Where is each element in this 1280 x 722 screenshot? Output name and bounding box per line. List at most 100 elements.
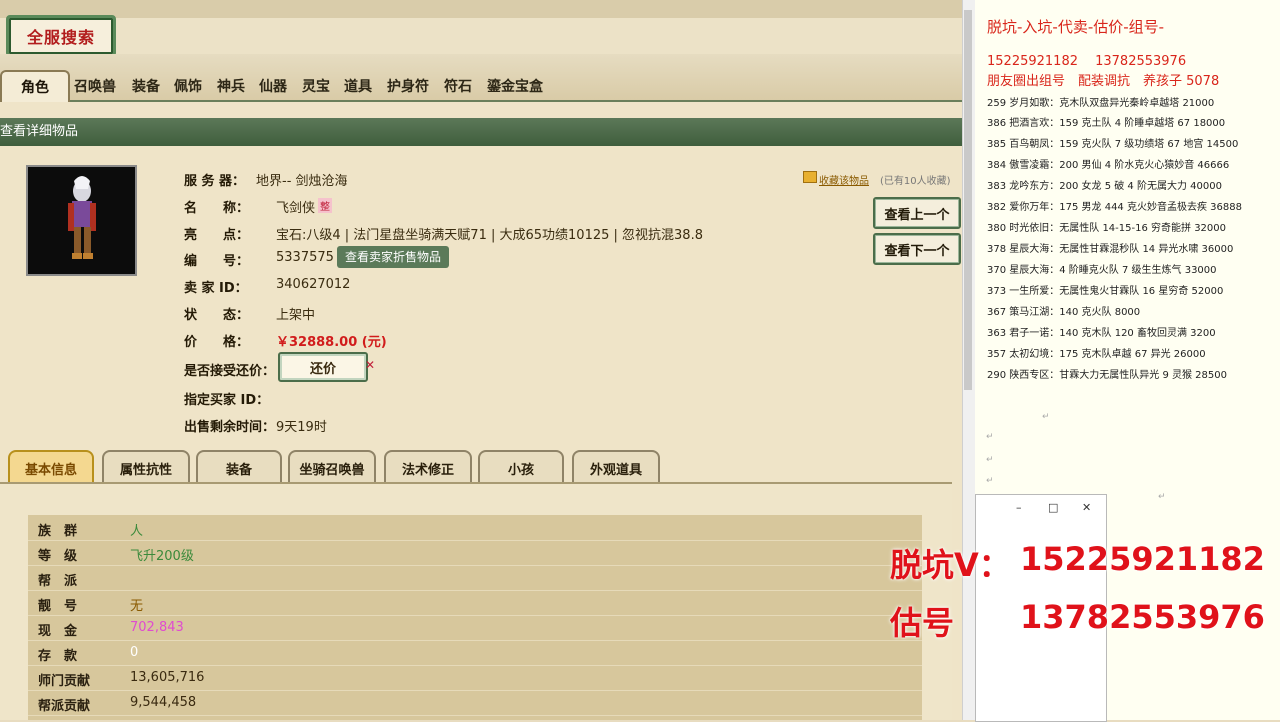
notes-line: 357 太初幻境：175 克木队卓越 67 异光 26000	[987, 349, 1206, 360]
paragraph-mark-icon: ↵	[986, 476, 994, 486]
notes-line: 363 君子一诺：140 克木队 120 畜牧回灵满 3200	[987, 328, 1216, 339]
highlight-label: 亮 点：	[184, 228, 250, 243]
notes-line: 370 星辰大海：4 阶睡克火队 7 级生生炼气 33000	[987, 265, 1217, 276]
info-key: 现 金	[38, 624, 78, 639]
info-row-cash: 现 金 702,843	[28, 616, 922, 641]
folder-star-icon	[803, 171, 817, 183]
paragraph-mark-icon: ↵	[1042, 412, 1050, 422]
info-key: 族 群	[38, 524, 78, 539]
paragraph-mark-icon: ↵	[986, 455, 994, 465]
info-row-deposit: 存 款 0	[28, 641, 922, 666]
tab-divine-weapon[interactable]: 神兵	[217, 76, 245, 96]
name-label: 名 称：	[184, 201, 250, 216]
info-value: 9,544,458	[130, 695, 197, 710]
contact-number-2: 13782553976	[1020, 598, 1265, 636]
info-row-race: 族 群 人	[28, 516, 922, 541]
character-figure-icon	[68, 176, 96, 259]
name-value: 飞剑侠	[276, 201, 316, 216]
tab-items[interactable]: 道具	[344, 76, 372, 96]
prev-item-button[interactable]: 查看上一个	[873, 197, 961, 229]
info-row-pretty-number: 靓 号 无	[28, 591, 922, 616]
info-row-guild-contribution: 帮派贡献 9,544,458	[28, 691, 922, 716]
id-label: 编 号：	[184, 254, 250, 269]
bargain-button[interactable]: 还价	[278, 352, 368, 382]
server-value: 地界-- 剑烛沧海	[256, 174, 348, 189]
contact-label-1: 脱坑V：	[890, 546, 1011, 584]
info-key: 存 款	[38, 649, 78, 664]
notes-line: 380 时光依旧：无属性队 14-15-16 穷奇能拼 32000	[987, 223, 1227, 234]
notes-subline: 朋友圈出组号 配装调抗 养孩子 5078	[987, 74, 1220, 89]
close-icon[interactable]: ✕	[1082, 501, 1091, 514]
info-value: 0	[130, 645, 139, 660]
tab-summon-beast[interactable]: 召唤兽	[74, 76, 116, 96]
tab-immortal-gear[interactable]: 仙器	[259, 76, 287, 96]
tab-rune-stone[interactable]: 符石	[444, 76, 472, 96]
maximize-icon[interactable]: □	[1048, 501, 1058, 514]
notes-line: 382 爱你万年：175 男龙 444 克火妙音孟极去疾 36888	[987, 202, 1242, 213]
tab-spirit-treasure[interactable]: 灵宝	[302, 76, 330, 96]
info-value: 飞升200级	[130, 549, 194, 564]
scrollbar-thumb[interactable]	[964, 10, 972, 390]
paragraph-mark-icon: ↵	[1158, 492, 1166, 502]
notes-line: 290 陕西专区：甘霖大力无属性队异光 9 灵猴 28500	[987, 370, 1227, 381]
notes-line: 373 一生所爱：无属性鬼火甘霖队 16 星穷奇 52000	[987, 286, 1224, 297]
contact-number-1: 15225921182	[1020, 540, 1265, 578]
tab-accessory[interactable]: 佩饰	[174, 76, 202, 96]
tab-child[interactable]: 小孩	[478, 450, 564, 484]
detail-header-bar: 查看详细物品	[0, 118, 962, 146]
info-row-sect-contribution: 师门贡献 13,605,716	[28, 666, 922, 691]
whole-badge: 整	[318, 198, 332, 213]
notes-line: 385 百鸟朝凤：159 克火队 7 级功绩塔 67 地宫 14500	[987, 139, 1239, 150]
global-search-button[interactable]: 全服搜索	[6, 15, 116, 57]
info-row-level: 等 级 飞升200级	[28, 541, 922, 566]
notes-line: 386 把酒言欢：159 克土队 4 阶睡卓越塔 67 18000	[987, 118, 1226, 129]
next-item-button[interactable]: 查看下一个	[873, 233, 961, 265]
top-strip	[0, 0, 962, 19]
notes-line: 384 傲雪凌霜：200 男仙 4 阶水克火心猿妙音 46666	[987, 160, 1230, 171]
tab-attributes-resist[interactable]: 属性抗性	[102, 450, 190, 484]
contact-label-2: 估号	[890, 604, 955, 642]
tab-mount-summon[interactable]: 坐骑召唤兽	[288, 450, 376, 484]
paragraph-mark-icon: ↵	[986, 432, 994, 442]
tab-gear[interactable]: 装备	[196, 450, 282, 484]
notes-line: 378 星辰大海：无属性甘霖混秒队 14 异光水啸 36000	[987, 244, 1234, 255]
item-detail-panel	[0, 146, 962, 481]
info-value: 无	[130, 599, 144, 614]
tab-basic-info[interactable]: 基本信息	[8, 450, 94, 484]
tab-amulet[interactable]: 护身符	[387, 76, 429, 96]
notes-line: 367 策马江湖：140 克火队 8000	[987, 307, 1141, 318]
designated-buyer-label: 指定买家 ID：	[184, 393, 270, 408]
info-key: 师门贡献	[38, 674, 91, 689]
info-key: 帮 派	[38, 574, 78, 589]
info-value: 13,605,716	[130, 670, 205, 685]
character-portrait	[26, 165, 137, 276]
highlight-value: 宝石:八级4 | 法门星盘坐骑满天赋71 | 大成65功绩10125 | 忽视抗…	[276, 228, 703, 243]
title-bar	[0, 18, 962, 54]
remaining-time-label: 出售剩余时间：	[184, 420, 276, 435]
info-value: 702,843	[130, 620, 184, 635]
favorite-count: (已有10人收藏)	[880, 176, 951, 187]
info-row-guild: 帮 派	[28, 566, 922, 591]
favorite-link[interactable]: 收藏该物品	[819, 172, 869, 187]
tab-appearance-items[interactable]: 外观道具	[572, 450, 660, 484]
tab-equipment[interactable]: 装备	[132, 76, 160, 96]
minimize-icon[interactable]: –	[1016, 501, 1022, 514]
seller-id-value: 340627012	[276, 277, 351, 292]
price-label: 价 格：	[184, 335, 250, 350]
close-mark-icon: ✕	[365, 358, 376, 372]
notes-phones: 15225921182 13782553976	[987, 54, 1187, 69]
info-key: 等 级	[38, 549, 78, 564]
tab-role[interactable]: 角色	[0, 70, 70, 102]
notes-line: 259 岁月如歌：克木队双盘异光秦岭卓越塔 21000	[987, 98, 1215, 109]
tab-spell-modifier[interactable]: 法术修正	[384, 450, 472, 484]
info-key: 靓 号	[38, 599, 78, 614]
status-label: 状 态：	[184, 308, 250, 323]
detail-header-label: 查看详细物品	[0, 124, 79, 139]
tab-gilded-box[interactable]: 鎏金宝盒	[487, 76, 543, 96]
accept-bargain-label: 是否接受还价：	[184, 364, 276, 379]
server-label: 服 务 器：	[184, 174, 246, 189]
view-seller-items-button[interactable]: 查看卖家折售物品	[337, 246, 450, 268]
remaining-time-value: 9天19时	[276, 420, 327, 435]
price-value: ￥32888.00 (元)	[276, 335, 387, 350]
game-window: 全服搜索 角色 召唤兽 装备 佩饰 神兵 仙器 灵宝 道具 护身符 符石 鎏金宝…	[0, 0, 962, 720]
